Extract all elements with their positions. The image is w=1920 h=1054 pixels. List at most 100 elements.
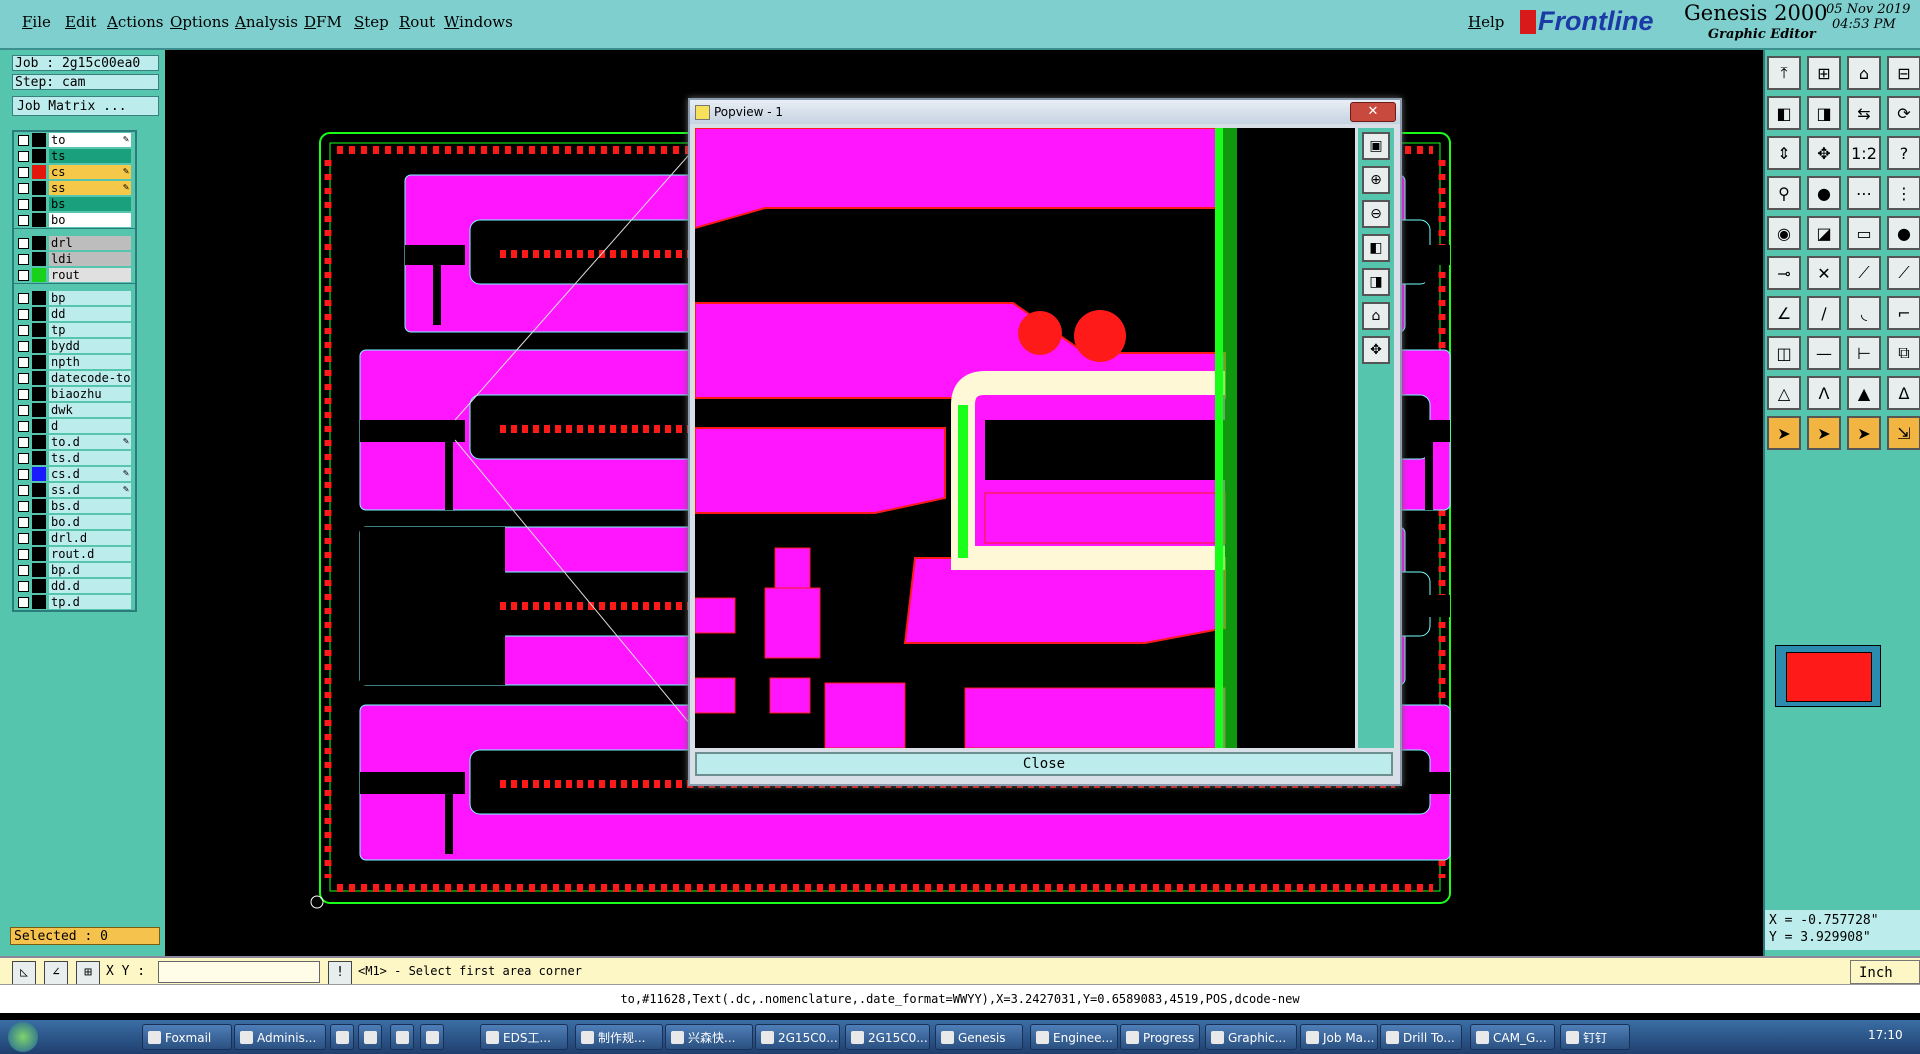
layer-checkbox[interactable] [18,469,29,480]
layer-checkbox[interactable] [18,199,29,210]
layer-row[interactable]: dd [14,306,135,322]
taskbar-button[interactable]: Foxmail [142,1024,232,1050]
angle-icon[interactable]: ∠ [1767,296,1801,330]
layer-row[interactable]: bo [14,212,135,228]
select-move-icon[interactable]: ➤ [1807,416,1841,450]
layer-checkbox[interactable] [18,309,29,320]
layer-color-swatch[interactable] [32,419,46,433]
layer-color-swatch[interactable] [32,213,46,227]
layer-color-swatch[interactable] [32,595,46,609]
popview-canvas[interactable] [695,128,1355,748]
layer-checkbox[interactable] [18,357,29,368]
job-matrix-button[interactable]: Job Matrix ... [12,96,159,116]
layer-name[interactable]: to ✎ [49,133,131,147]
shape-icon[interactable]: ◫ [1767,336,1801,370]
pan-right-icon[interactable]: ◨ [1807,96,1841,130]
layer-row[interactable]: drl.d [14,530,135,546]
layer-color-swatch[interactable] [32,387,46,401]
taskbar-button[interactable]: Enginee... [1030,1024,1118,1050]
layer-name[interactable]: d [49,419,131,433]
layer-name[interactable]: ss.d ✎ [49,483,131,497]
layer-name[interactable]: biaozhu [49,387,131,401]
menu-edit[interactable]: Edit [65,13,96,31]
layer-checkbox[interactable] [18,565,29,576]
triangle-outline-icon[interactable]: Λ [1807,376,1841,410]
layer-color-swatch[interactable] [32,133,46,147]
layer-name[interactable]: bydd [49,339,131,353]
taskbar-button[interactable]: EDS工... [480,1024,568,1050]
layer-row[interactable]: to.d ✎ [14,434,135,450]
layer-checkbox[interactable] [18,215,29,226]
layer-name[interactable]: bs [49,197,131,211]
snap-center-icon[interactable]: ⊞ [76,961,100,985]
layer-row[interactable]: tp [14,322,135,338]
layer-color-swatch[interactable] [32,197,46,211]
layer-row[interactable]: datecode-to [14,370,135,386]
layer-row[interactable]: cs ✎ [14,164,135,180]
layer-color-swatch[interactable] [32,252,46,266]
layer-row[interactable]: dd.d [14,578,135,594]
taskbar-button[interactable]: Drill To... [1380,1024,1462,1050]
taskbar-button[interactable] [420,1024,444,1050]
zoom-in-icon[interactable]: ⊕ [1362,166,1390,194]
menu-dfm[interactable]: DFM [304,13,342,31]
taskbar-button[interactable]: Job Ma... [1300,1024,1378,1050]
taskbar-button[interactable]: 兴森快... [665,1024,753,1050]
select-arrow-icon[interactable]: ➤ [1767,416,1801,450]
layer-name[interactable]: bp.d [49,563,131,577]
layer-row[interactable]: bp.d [14,562,135,578]
fillet-icon[interactable]: ⌐ [1887,296,1920,330]
zoom-fit-icon[interactable]: ▣ [1362,132,1390,160]
measure-icon[interactable]: ⚲ [1767,176,1801,210]
layer-color-swatch[interactable] [32,149,46,163]
layer-color-swatch[interactable] [32,579,46,593]
layer-name[interactable]: drl [49,236,131,250]
triangle-icon[interactable]: △ [1767,376,1801,410]
layer-name[interactable]: bs.d [49,499,131,513]
delete-icon[interactable]: ✕ [1807,256,1841,290]
layer-name[interactable]: bp [49,291,131,305]
menu-options[interactable]: Options [170,13,229,31]
zoom-out-icon[interactable]: ⊟ [1887,56,1920,90]
taskbar-button[interactable]: 2G15C0... [755,1024,840,1050]
layer-color-swatch[interactable] [32,531,46,545]
layer-checkbox[interactable] [18,167,29,178]
line-icon[interactable]: ⟋ [1847,256,1881,290]
layer-checkbox[interactable] [18,135,29,146]
layer-name[interactable]: drl.d [49,531,131,545]
redraw-icon[interactable]: ⟳ [1887,96,1920,130]
add-pad-icon[interactable]: ◉ [1767,216,1801,250]
layer-row[interactable]: tp.d [14,594,135,610]
layer-checkbox[interactable] [18,421,29,432]
minus-icon[interactable]: — [1807,336,1841,370]
add-surface-icon[interactable]: ◪ [1807,216,1841,250]
layer-color-swatch[interactable] [32,563,46,577]
layer-name[interactable]: cs ✎ [49,165,131,179]
triangle-fill-icon[interactable]: ▲ [1847,376,1881,410]
layer-name[interactable]: cs.d ✎ [49,467,131,481]
layer-checkbox[interactable] [18,501,29,512]
help-icon[interactable]: ? [1887,136,1920,170]
layer-checkbox[interactable] [18,517,29,528]
zoom-out-icon[interactable]: ⊖ [1362,200,1390,228]
layer-checkbox[interactable] [18,533,29,544]
layer-checkbox[interactable] [18,238,29,249]
layer-checkbox[interactable] [18,151,29,162]
snap-grid-icon[interactable]: ◺ [12,961,36,985]
layer-row[interactable]: bp [14,290,135,306]
layer-name[interactable]: datecode-to [49,371,131,385]
menu-step[interactable]: Step [354,13,389,31]
layer-color-swatch[interactable] [32,483,46,497]
layer-color-swatch[interactable] [32,307,46,321]
layer-color-swatch[interactable] [32,291,46,305]
layer-row[interactable]: ss ✎ [14,180,135,196]
layer-color-swatch[interactable] [32,515,46,529]
layer-row[interactable]: bydd [14,338,135,354]
layer-color-swatch[interactable] [32,165,46,179]
layer-color-swatch[interactable] [32,181,46,195]
zoom-home-icon[interactable]: ⌂ [1362,302,1390,330]
layer-checkbox[interactable] [18,254,29,265]
layer-color-swatch[interactable] [32,467,46,481]
layer-name[interactable]: tp.d [49,595,131,609]
layer-name[interactable]: rout [49,268,131,282]
